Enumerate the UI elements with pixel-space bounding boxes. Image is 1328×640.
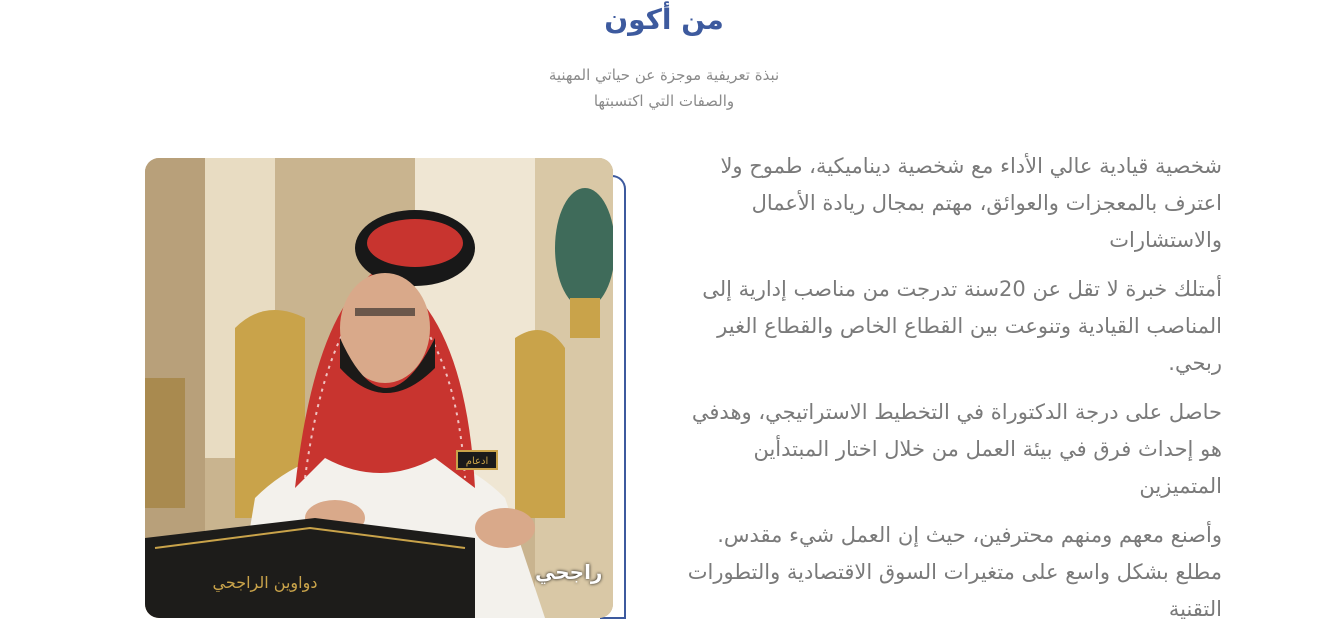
bio-paragraph: أمتلك خبرة لا تقل عن 20سنة تدرجت من مناص… [702, 277, 1222, 375]
subtitle-line-1: نبذة تعريفية موجزة عن حياتي المهنية [548, 66, 780, 84]
badge-text: ادعام [466, 456, 488, 467]
bio-paragraph: شخصية قيادية عالي الأداء مع شخصية دينامي… [720, 154, 1222, 252]
subtitle-line-2: والصفات التي اكتسبتها [593, 92, 735, 110]
signature-text: راجحي [535, 560, 603, 584]
profile-photo: ادعام دواوين الراجحي [145, 158, 613, 618]
bio-text: شخصية قيادية عالي الأداء مع شخصية دينامي… [682, 148, 1222, 640]
bio-paragraph: حاصل على درجة الدكتوراة في التخطيط الاست… [691, 400, 1222, 498]
section-subtitle: نبذة تعريفية موجزة عن حياتي المهنية والص… [0, 62, 1328, 114]
book-title: دواوين الراجحي [213, 573, 318, 593]
bio-paragraph: وأصنع معهم ومنهم محترفين، حيث إن العمل ش… [687, 523, 1222, 621]
section-title: من أكون [604, 3, 724, 36]
